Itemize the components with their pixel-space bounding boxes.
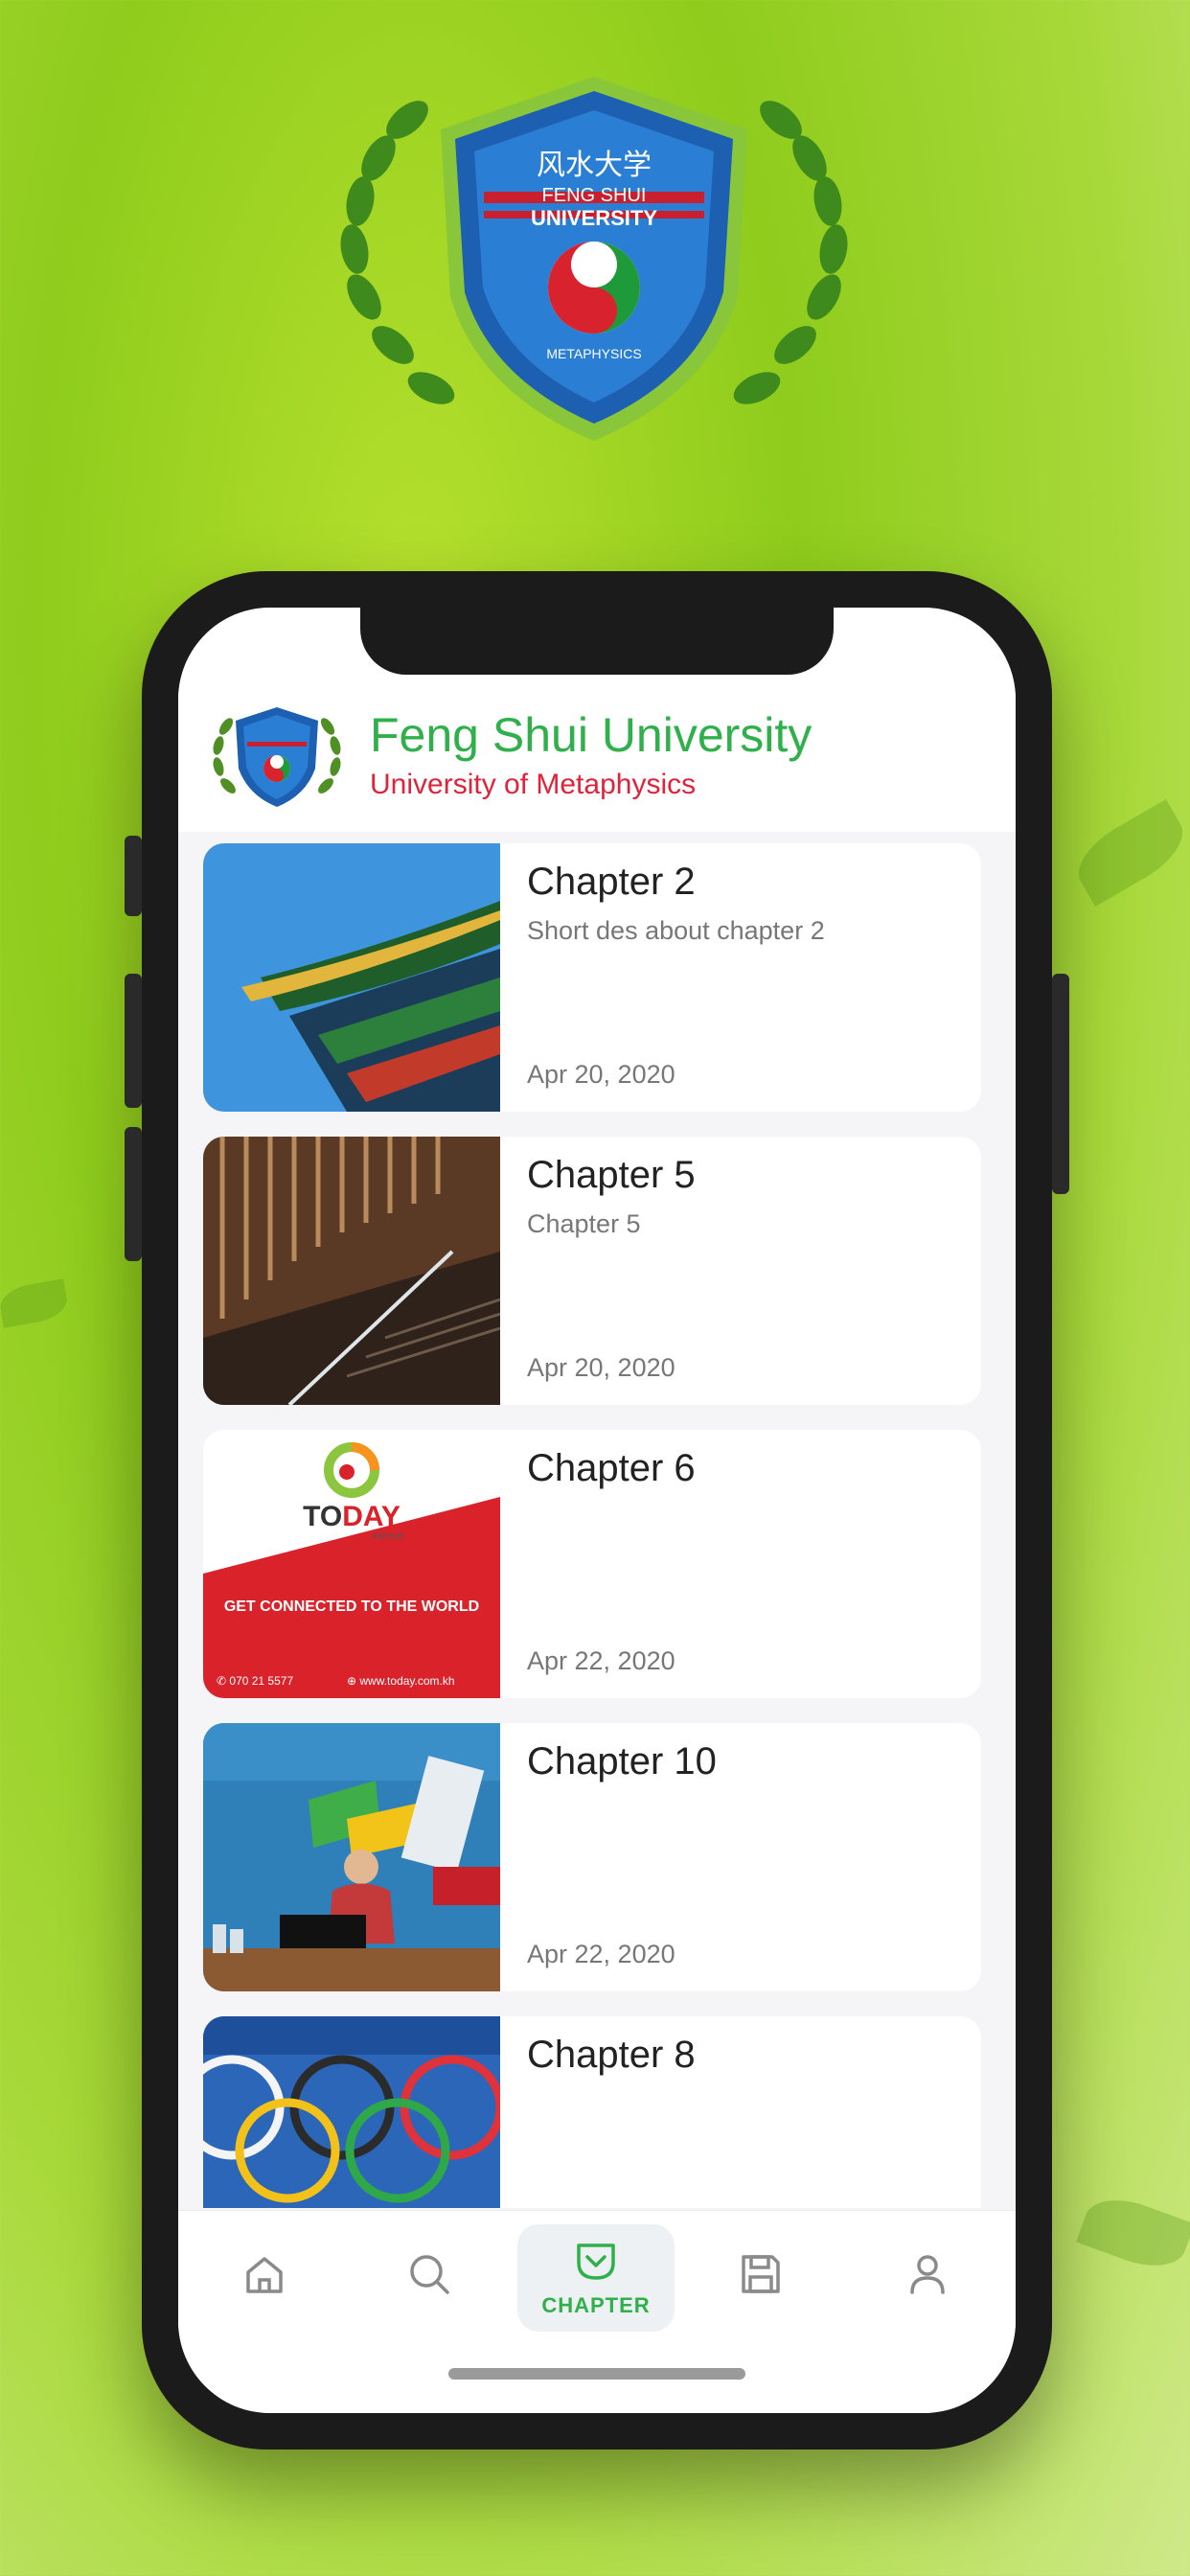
header-logo — [213, 707, 341, 807]
chapter-description: Short des about chapter 2 — [527, 916, 825, 945]
profile-icon — [910, 2255, 945, 2294]
chapter-title: Chapter 6 — [527, 1447, 696, 1489]
chapter-list[interactable]: Chapter 2 Short des about chapter 2 Apr … — [178, 838, 1016, 2208]
background-leaf — [0, 1278, 70, 1328]
nav-chapter[interactable]: CHAPTER — [517, 2224, 675, 2332]
nav-profile[interactable] — [849, 2224, 1006, 2332]
chapter-description: Chapter 5 — [527, 1209, 641, 1238]
olympic-rings-image — [203, 2016, 500, 2208]
nav-chapter-label: CHAPTER — [541, 2293, 651, 2317]
app-title: Feng Shui University — [370, 708, 812, 762]
emblem-chinese-text: 风水大学 — [537, 149, 652, 182]
ad-brand-pre: TO — [303, 1501, 343, 1532]
today-internet-ad-image: TODAY internet GET CONNECTED TO THE WORL… — [203, 1430, 500, 1698]
university-emblem-logo: 风水大学 FENG SHUI UNIVERSITY METAPHYSICS — [340, 77, 848, 441]
phone-side-button — [125, 836, 142, 916]
emblem-line1: FENG SHUI — [542, 185, 647, 206]
background-leaf — [1066, 799, 1190, 907]
save-icon — [742, 2255, 780, 2293]
background-leaf — [1076, 2187, 1190, 2279]
chapter-date: Apr 20, 2020 — [527, 1060, 675, 1089]
phone-screen: Feng Shui University University of Metap… — [178, 608, 1016, 2413]
ad-phone-text: 070 21 5577 — [229, 1674, 294, 1688]
phone-side-button — [1052, 974, 1069, 1194]
chapter-title: Chapter 5 — [527, 1154, 696, 1196]
pagoda-roof-image — [203, 843, 500, 1112]
search-icon — [410, 2255, 449, 2294]
nav-home[interactable] — [186, 2224, 343, 2332]
chapter-card[interactable]: Chapter 5 Chapter 5 Apr 20, 2020 — [203, 1137, 981, 1405]
chapter-title: Chapter 10 — [527, 1740, 717, 1782]
emblem-line3: METAPHYSICS — [546, 346, 641, 361]
ad-brand: TODAY — [203, 1501, 500, 1533]
ad-brand-sub: internet — [372, 1531, 404, 1542]
phone-side-button — [125, 974, 142, 1108]
nav-search[interactable] — [351, 2224, 508, 2332]
chapter-card[interactable]: Chapter 10 Apr 22, 2020 — [203, 1723, 981, 1991]
chapter-card[interactable]: TODAY internet GET CONNECTED TO THE WORL… — [203, 1430, 981, 1698]
ad-brand-post: DAY — [342, 1501, 400, 1532]
phone-notch — [360, 608, 834, 675]
ad-website-text: www.today.com.kh — [359, 1674, 455, 1688]
chapter-title: Chapter 8 — [527, 2034, 696, 2076]
chapter-card[interactable]: Chapter 8 — [203, 2016, 981, 2208]
nav-saved[interactable] — [682, 2224, 839, 2332]
emblem-line2: UNIVERSITY — [531, 206, 657, 230]
home-icon — [246, 2257, 283, 2293]
chapter-date: Apr 22, 2020 — [527, 1940, 675, 1968]
chapter-card[interactable]: Chapter 2 Short des about chapter 2 Apr … — [203, 843, 981, 1112]
ad-website: ⊕ www.today.com.kh — [347, 1674, 455, 1688]
chapter-title: Chapter 2 — [527, 861, 696, 903]
staircase-image — [203, 1137, 500, 1405]
phone-frame: Feng Shui University University of Metap… — [125, 571, 1069, 2450]
ad-phone: ✆ 070 21 5577 — [217, 1674, 294, 1688]
chapter-date: Apr 20, 2020 — [527, 1353, 675, 1382]
chapter-date: Apr 22, 2020 — [527, 1646, 675, 1675]
home-indicator[interactable] — [448, 2368, 745, 2380]
booth-photo-image — [203, 1723, 500, 1991]
bottom-navigation: CHAPTER — [178, 2210, 1016, 2413]
phone-side-button — [125, 1127, 142, 1261]
ad-tagline: GET CONNECTED TO THE WORLD — [223, 1598, 480, 1615]
chapter-icon — [577, 2243, 615, 2280]
app-subtitle: University of Metaphysics — [370, 769, 697, 800]
